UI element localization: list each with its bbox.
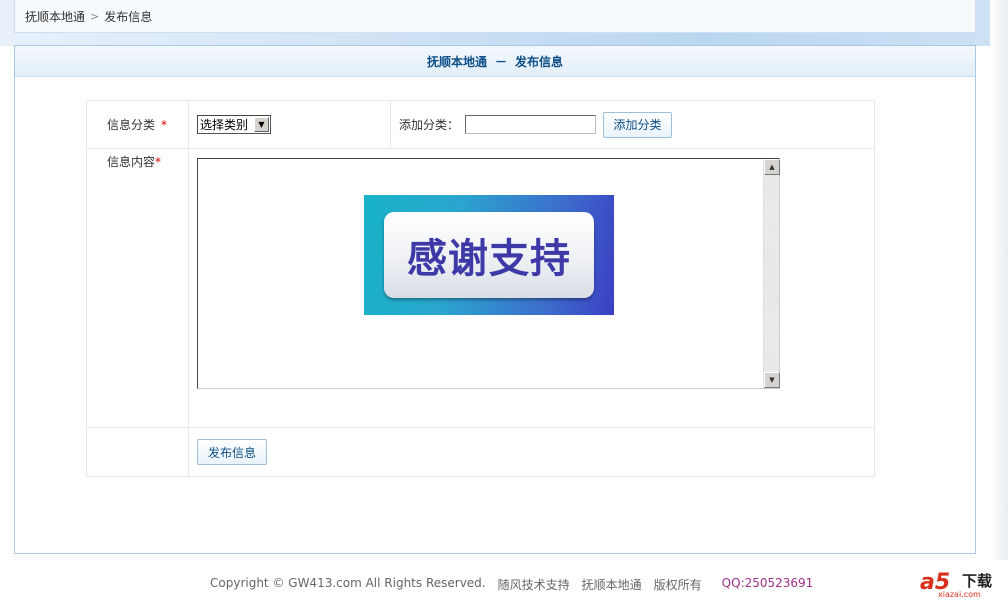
footer-copyright: Copyright © GW413.com All Rights Reserve… xyxy=(210,576,486,590)
add-category-cell: 添加分类： 添加分类 xyxy=(391,101,874,148)
panel-title-site: 抚顺本地通 xyxy=(426,54,487,69)
publish-form: 信息分类 * 选择类别 ▼ 添加分类： 添加分类 信息内容* 感谢支持 ▲ ▼ … xyxy=(86,100,875,477)
add-category-label: 添加分类： xyxy=(399,118,460,132)
content-label: 信息内容 xyxy=(107,155,156,169)
footer-site: 抚顺本地通 xyxy=(581,578,642,592)
panel-title: 抚顺本地通 － 发布信息 xyxy=(15,46,975,77)
submit-label-cell xyxy=(87,428,189,476)
editor-scrollbar[interactable]: ▲ ▼ xyxy=(763,159,780,388)
thanks-image-text: 感谢支持 xyxy=(407,236,571,282)
breadcrumb: 抚顺本地通 > 发布信息 xyxy=(14,0,976,33)
footer-support: 随风技术支持 xyxy=(497,578,570,592)
add-category-input[interactable] xyxy=(465,115,597,134)
category-row: 信息分类 * 选择类别 ▼ 添加分类： 添加分类 xyxy=(87,101,874,149)
chevron-down-icon[interactable]: ▼ xyxy=(254,117,269,132)
category-label: 信息分类 xyxy=(107,118,156,132)
submit-row: 发布信息 xyxy=(87,428,874,476)
scroll-up-icon[interactable]: ▲ xyxy=(764,159,780,175)
add-category-button[interactable]: 添加分类 xyxy=(603,111,673,138)
content-label-cell: 信息内容* xyxy=(87,149,189,427)
breadcrumb-current: 发布信息 xyxy=(104,9,153,24)
breadcrumb-separator: > xyxy=(90,9,100,23)
thanks-plate: 感谢支持 xyxy=(384,212,594,298)
logo-text: 下载 xyxy=(962,572,993,590)
logo-url: xiazai.com xyxy=(938,590,981,599)
category-label-cell: 信息分类 * xyxy=(87,101,189,148)
content-editor[interactable]: 感谢支持 ▲ ▼ xyxy=(197,158,780,389)
thanks-image: 感谢支持 xyxy=(364,195,614,315)
a5-logo: a5 下载 xiazai.com xyxy=(920,568,1000,600)
footer-qq: QQ:250523691 xyxy=(721,576,814,590)
category-select-value: 选择类别 xyxy=(200,118,249,132)
content-cell: 感谢支持 ▲ ▼ xyxy=(189,149,874,427)
scroll-down-icon[interactable]: ▼ xyxy=(764,372,780,388)
footer-rights: 版权所有 xyxy=(653,578,702,592)
content-row: 信息内容* 感谢支持 ▲ ▼ xyxy=(87,149,874,428)
submit-cell: 发布信息 xyxy=(189,428,874,476)
footer: Copyright © GW413.com All Rights Reserve… xyxy=(210,576,813,593)
window-edge xyxy=(990,0,1008,560)
category-select-cell: 选择类别 ▼ xyxy=(189,101,391,148)
required-mark: * xyxy=(155,155,162,169)
publish-button[interactable]: 发布信息 xyxy=(197,439,267,465)
category-select[interactable]: 选择类别 ▼ xyxy=(197,115,271,134)
panel-title-page: 发布信息 xyxy=(515,54,564,69)
required-mark: * xyxy=(161,117,168,132)
breadcrumb-home-link[interactable]: 抚顺本地通 xyxy=(25,8,85,25)
panel-title-dash: － xyxy=(494,54,507,69)
